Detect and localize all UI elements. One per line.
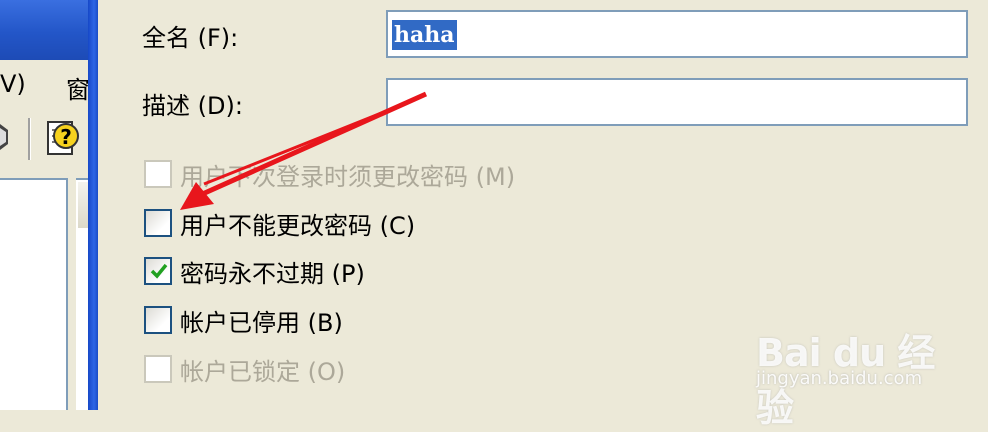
cannot-change-password-checkbox[interactable] [144,209,172,237]
option-must-change-password: 用户下次登录时须更改密码 (M) [144,157,515,191]
toolbar-separator [28,118,30,160]
description-label: 描述 (D): [142,92,243,120]
account-disabled-checkbox[interactable] [144,306,172,334]
tree-pane[interactable] [0,178,68,410]
description-field[interactable] [386,78,968,126]
svg-text:?: ? [60,125,72,149]
window-frame-border [88,0,98,410]
account-locked-label: 帐户已锁定 (O) [180,357,346,386]
must-change-password-checkbox [144,160,172,188]
fullname-label: 全名 (F): [142,24,239,52]
password-never-expires-checkbox[interactable] [144,257,172,285]
option-password-never-expires[interactable]: 密码永不过期 (P) [144,254,365,288]
dialog-left-edge [98,0,112,410]
account-locked-checkbox [144,355,172,383]
baidu-watermark: Bai du 经验 jingyan.baidu.com [756,300,956,430]
option-cannot-change-password[interactable]: 用户不能更改密码 (C) [144,206,415,240]
menu-window[interactable]: 窗 [66,70,90,105]
option-account-locked: 帐户已锁定 (O) [144,352,345,386]
watermark-site: jingyan.baidu.com [756,368,923,389]
background-window: V) 窗 ? [0,0,94,410]
menu-view[interactable]: V) [0,70,26,98]
checkmark-icon [150,263,168,279]
background-window-titlebar[interactable] [0,0,94,60]
must-change-password-label: 用户下次登录时须更改密码 (M) [180,162,516,191]
fullname-value: haha [392,20,457,50]
cannot-change-password-label[interactable]: 用户不能更改密码 (C) [180,206,415,241]
fullname-field[interactable]: haha [386,10,968,58]
password-never-expires-label[interactable]: 密码永不过期 (P) [180,254,365,289]
account-disabled-label[interactable]: 帐户已停用 (B) [180,303,343,338]
option-account-disabled[interactable]: 帐户已停用 (B) [144,303,343,337]
help-icon[interactable]: ? [42,118,86,160]
toolbar-properties-icon[interactable] [0,120,12,154]
